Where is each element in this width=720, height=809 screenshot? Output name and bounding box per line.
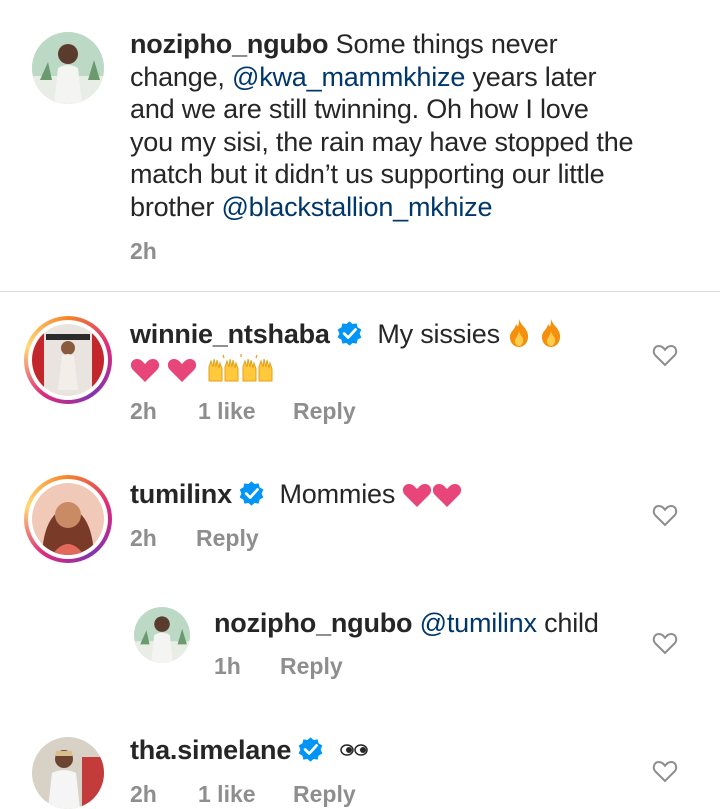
avatar-nozipho-ngubo-reply[interactable]: [134, 607, 190, 663]
comment-1-meta: 2h: [130, 238, 157, 265]
avatar-tha-simelane[interactable]: [32, 737, 104, 809]
reply-1-time: 1h: [214, 653, 241, 679]
comment-3-username[interactable]: tumilinx: [130, 479, 232, 509]
verified-badge-icon: [239, 481, 264, 506]
comment-5-body: tha.simelane: [130, 734, 650, 767]
comment-3-text: Mommies: [279, 479, 396, 509]
verified-badge-icon: [298, 737, 323, 762]
heart-outline-icon[interactable]: [652, 631, 678, 655]
avatar-winnie-ntshaba[interactable]: [32, 324, 104, 396]
story-ring-tumilinx[interactable]: [24, 475, 112, 563]
reply-1-body: nozipho_ngubo @tumilinx child: [214, 607, 634, 640]
comment-3-reply-button[interactable]: Reply: [196, 525, 259, 552]
story-ring-winnie[interactable]: [24, 316, 112, 404]
heart-outline-icon[interactable]: [652, 759, 678, 783]
avatar-nozipho-ngubo[interactable]: [32, 32, 104, 104]
comment-5-username[interactable]: tha.simelane: [130, 735, 291, 765]
comment-1-text-2b: years later: [472, 61, 597, 92]
comment-1-username[interactable]: nozipho_ngubo: [130, 29, 329, 59]
comment-1-text-2a: change,: [130, 61, 225, 92]
comment-3-meta: 2h Reply: [130, 525, 259, 552]
comment-3-time: 2h: [130, 525, 157, 551]
raised-hands-emoji: [208, 353, 273, 381]
heart-outline-icon[interactable]: [652, 503, 678, 527]
comment-2-reply-button[interactable]: Reply: [293, 398, 356, 425]
reply-1-reply-button[interactable]: Reply: [280, 653, 343, 680]
comment-2-username[interactable]: winnie_ntshaba: [130, 319, 330, 349]
comment-5-time: 2h: [130, 781, 157, 807]
pink-heart-emoji: [168, 358, 197, 382]
comment-5-reply-button[interactable]: Reply: [293, 781, 356, 808]
caption-divider: [0, 291, 720, 292]
comment-5-meta: 2h 1 like Reply: [130, 781, 356, 808]
mention-kwa-mammkhize[interactable]: @kwa_mammkhize: [232, 62, 465, 92]
comment-1-text-5: match but it didn’t us supporting our li…: [130, 159, 605, 189]
mention-blackstallion-mkhize[interactable]: @blackstallion_mkhize: [221, 192, 492, 222]
reply-1-text: child: [544, 608, 599, 638]
comment-1-body: nozipho_ngubo Some things never change, …: [130, 28, 690, 223]
eyes-emoji: [340, 744, 368, 756]
avatar-tumilinx[interactable]: [32, 483, 104, 555]
comment-1-time: 2h: [130, 238, 157, 264]
mention-tumilinx[interactable]: @tumilinx: [420, 608, 537, 638]
comment-2-text: My sissies: [377, 319, 500, 349]
comment-3-body: tumilinx Mommies: [130, 478, 650, 511]
reply-1-username[interactable]: nozipho_ngubo: [214, 608, 413, 638]
comment-1-text-6a: brother: [130, 191, 215, 222]
reply-1-meta: 1h Reply: [214, 653, 343, 680]
comment-5-likes[interactable]: 1 like: [198, 781, 293, 808]
comment-2-meta: 2h 1 like Reply: [130, 398, 356, 425]
comment-1-text: Some things never: [335, 29, 558, 59]
verified-badge-icon: [337, 321, 362, 346]
pink-heart-emoji: [403, 484, 432, 507]
comment-1-text-4: you my sisi, the rain may have stopped t…: [130, 126, 634, 157]
heart-outline-icon[interactable]: [652, 343, 678, 367]
fire-emoji: [510, 319, 529, 347]
fire-emoji: [541, 319, 560, 347]
comment-2-likes[interactable]: 1 like: [198, 398, 293, 425]
comment-1-text-3: and we are still twinning. Oh how I love: [130, 94, 589, 124]
pink-heart-emoji: [433, 484, 462, 507]
pink-heart-emoji: [130, 358, 160, 382]
comment-2-time: 2h: [130, 398, 157, 424]
comment-2-body: winnie_ntshaba My sissies: [130, 318, 650, 385]
